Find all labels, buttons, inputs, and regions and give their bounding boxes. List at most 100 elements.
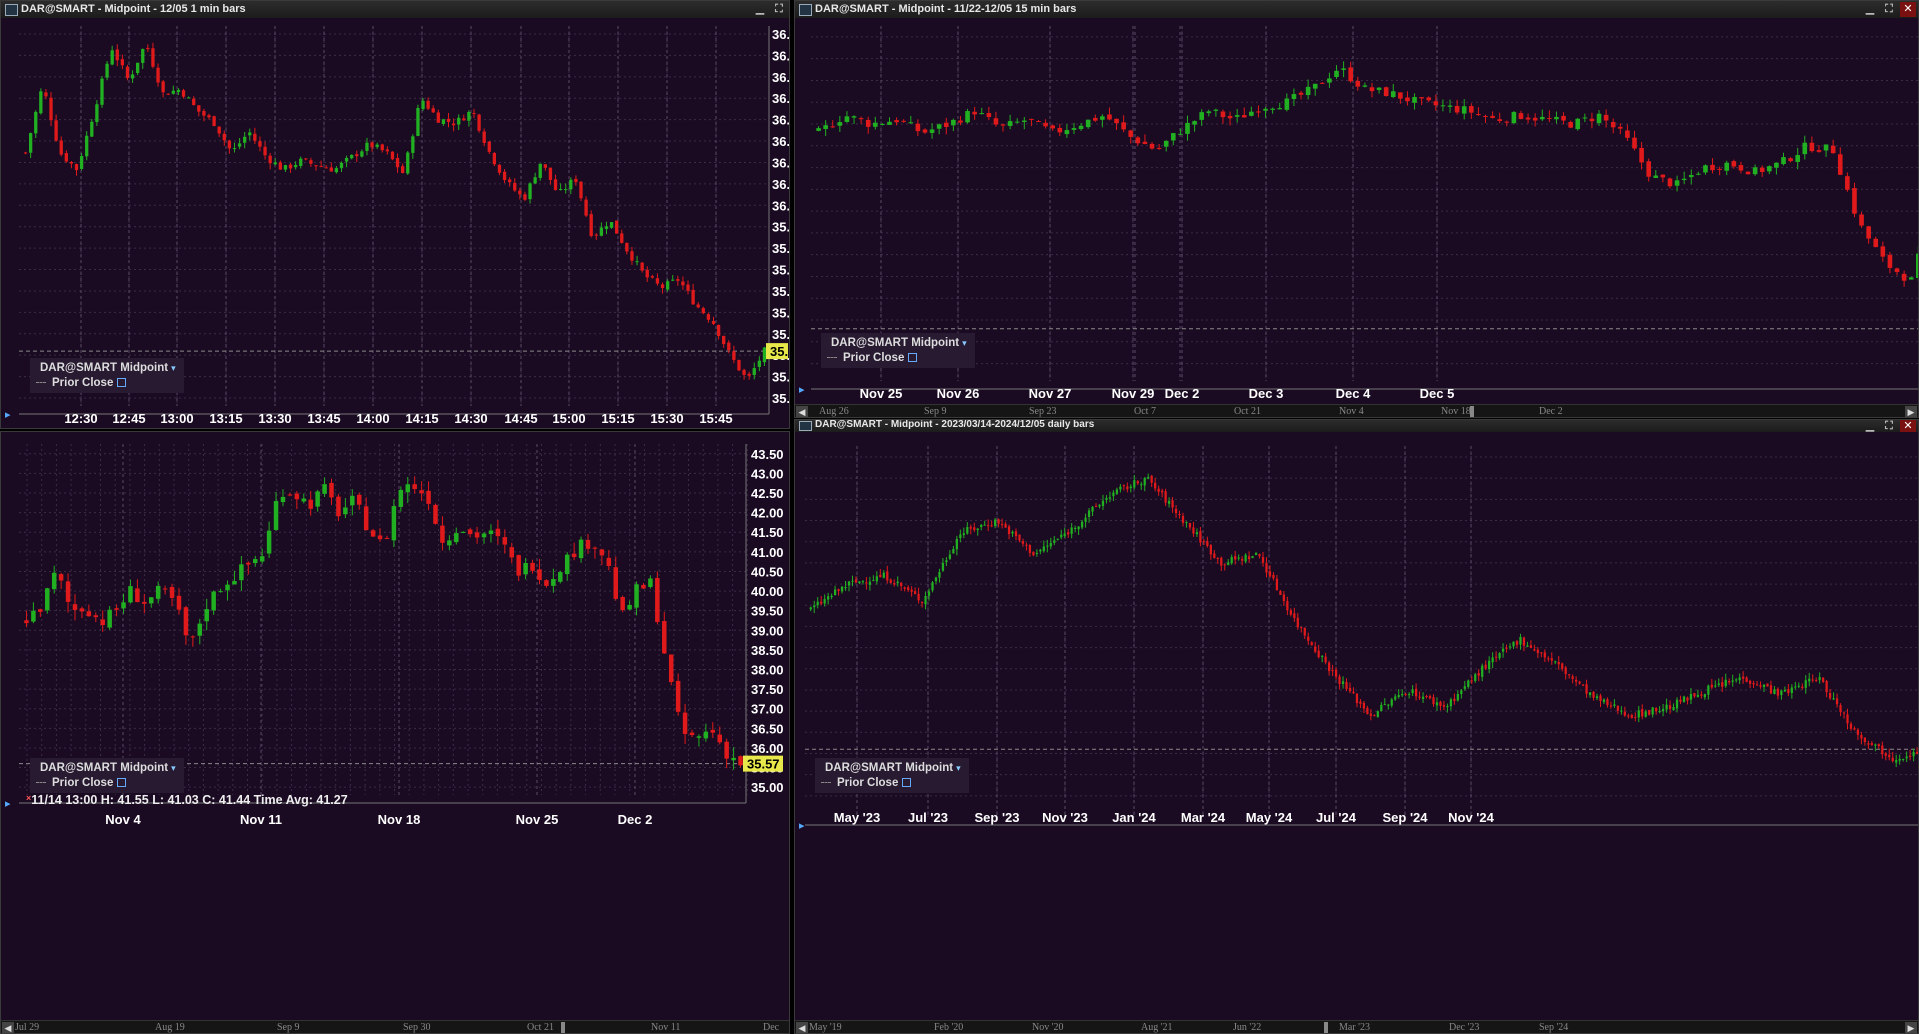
candle-body (1780, 690, 1783, 696)
legend-series-label: DAR@SMART Midpoint (40, 362, 169, 374)
candle-body (1802, 142, 1808, 155)
candle-body (1672, 707, 1675, 711)
scrollbar-date-label: Jul 29 (15, 1022, 40, 1033)
panel-1min-titlebar[interactable]: DAR@SMART - Midpoint - 12/05 1 min bars … (1, 1, 789, 18)
candle-body (1341, 681, 1345, 684)
scroll-thumb[interactable] (1324, 1022, 1328, 1033)
candle-body (1241, 558, 1244, 561)
legend[interactable]: DAR@SMART Midpoint ▾ Prior Close (821, 333, 975, 368)
candle-body (1046, 545, 1049, 547)
maximize-icon[interactable]: ⛶ (771, 2, 787, 17)
candle-body (45, 588, 50, 611)
x-tick-label: Dec 4 (1336, 386, 1371, 401)
candle-body (64, 153, 68, 162)
legend[interactable]: DAR@SMART Midpoint ▾ Prior Close (815, 758, 969, 793)
candle-body (1606, 699, 1609, 706)
panel-15min-titlebar[interactable]: DAR@SMART - Midpoint - 11/22-12/05 15 mi… (795, 1, 1918, 18)
candle-body (315, 491, 320, 507)
candle-body (1762, 684, 1766, 688)
scroll-right-icon[interactable]: ▶ (1905, 1022, 1917, 1033)
candle-body (1021, 541, 1025, 544)
candle-body (1681, 178, 1687, 181)
legend[interactable]: DAR@SMART Midpoint ▾ Prior Close (30, 758, 184, 793)
scroll-thumb[interactable] (1470, 406, 1474, 417)
minimize-icon[interactable]: ▁ (752, 2, 768, 17)
candle-body (72, 604, 78, 610)
timeline-scrollbar[interactable]: ◀ Aug 26 Sep 9 Sep 23 Oct 7 Oct 21 Nov 4 Nov 1… (795, 404, 1918, 417)
candle-body (1801, 686, 1804, 689)
maximize-icon[interactable]: ⛶ (1881, 420, 1897, 432)
panel-daily-long-titlebar[interactable]: DAR@SMART - Midpoint - 2023/03/14-2024/1… (795, 420, 1918, 432)
scrollbar-date-label: Sep 9 (277, 1022, 300, 1033)
panel-daily-long: DAR@SMART - Midpoint - 2023/03/14-2024/1… (794, 419, 1919, 1034)
checkbox-icon[interactable] (902, 778, 912, 788)
candle-body (356, 494, 362, 505)
candle-body (1460, 690, 1463, 695)
candle-body (951, 119, 956, 126)
close-icon[interactable]: ✕ (1900, 420, 1916, 432)
candle-body (1603, 114, 1609, 121)
candle-body (24, 620, 29, 624)
candle-body (248, 132, 252, 136)
scroll-left-icon[interactable]: ◀ (2, 1022, 14, 1033)
candle-body (1759, 685, 1762, 687)
candle-body (1405, 97, 1410, 102)
candle-body (1639, 147, 1644, 163)
candle-body (959, 534, 962, 539)
chart-daily-recent[interactable]: 43.50 43.00 42.50 42.00 41.50 41.00 40.50 40.00… (1, 432, 789, 1017)
candle-body (1091, 506, 1094, 512)
candle-body (1908, 755, 1912, 757)
minimize-icon[interactable]: ▁ (1862, 2, 1878, 17)
candle-body (820, 601, 823, 604)
candle-body (280, 496, 286, 503)
candle-body (51, 572, 57, 590)
candle-body (1163, 140, 1169, 147)
candle-body (1568, 674, 1571, 676)
candle-body (1884, 753, 1887, 756)
candle-body (1773, 689, 1776, 694)
candle-body (840, 586, 844, 592)
candle-body (1084, 517, 1087, 522)
x-tick-label: Mar '24 (1181, 810, 1226, 825)
close-icon[interactable]: ✕ (1900, 2, 1916, 17)
scroll-left-icon[interactable]: ◀ (796, 1022, 808, 1033)
candle-body (711, 321, 716, 324)
checkbox-icon[interactable] (908, 353, 918, 363)
candle-body (945, 560, 948, 563)
candle-body (1915, 751, 1918, 755)
checkbox-icon[interactable] (117, 378, 127, 388)
candle-body (508, 179, 512, 183)
scroll-thumb[interactable] (561, 1022, 565, 1033)
candle-body (858, 118, 864, 120)
candle-body (599, 227, 604, 236)
candle-body (1334, 669, 1338, 677)
candle-body (1887, 254, 1893, 268)
maximize-icon[interactable]: ⛶ (1881, 2, 1897, 17)
scroll-right-icon[interactable]: ▶ (1905, 406, 1917, 417)
checkbox-icon[interactable] (117, 778, 127, 788)
timeline-scrollbar[interactable]: ◀ May '19 Feb '20 Nov '20 Aug '21 Jun '22 Mar… (795, 1020, 1918, 1033)
timeline-scrollbar[interactable]: ◀ Jul 29 Aug 19 Sep 9 Sep 30 Oct 21 Nov 11 Dec… (1, 1020, 789, 1033)
chart-daily-long[interactable]: 72.5070.0067.5065.0062.5060.0057.5055.00… (795, 432, 1918, 1018)
candle-body (1539, 116, 1545, 120)
candle-body (287, 494, 293, 496)
candle-body (1234, 115, 1240, 117)
candle-body (1241, 115, 1247, 118)
legend[interactable]: DAR@SMART Midpoint ▾ Prior Close (30, 358, 184, 393)
x-tick-label: Sep '24 (1382, 810, 1428, 825)
candle-body (1029, 118, 1034, 120)
candle-body (217, 126, 221, 134)
candle-body (976, 528, 979, 531)
scroll-left-icon[interactable]: ◀ (796, 406, 808, 417)
candle-body (100, 619, 105, 626)
candle-body (682, 712, 688, 734)
minimize-icon[interactable]: ▁ (1862, 420, 1878, 432)
candle-body (1149, 143, 1155, 149)
candle-body (627, 604, 632, 610)
candle-body (722, 335, 726, 345)
candle-body (95, 104, 99, 123)
candle-body (931, 582, 934, 591)
candle-body (488, 530, 494, 535)
candle-body (1057, 127, 1063, 133)
candle-body (681, 281, 685, 286)
